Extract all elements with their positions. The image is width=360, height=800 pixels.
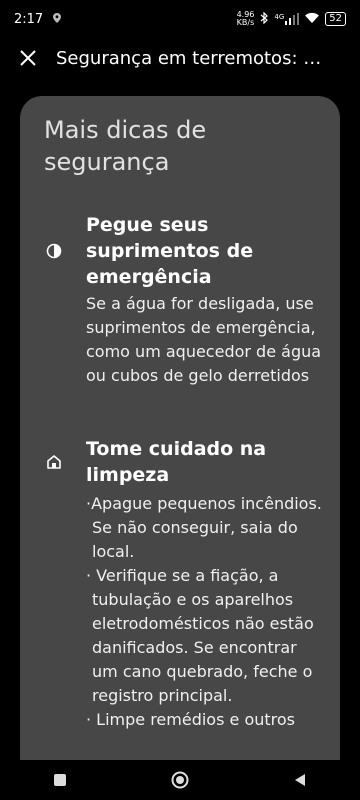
circle-icon — [171, 771, 189, 789]
close-icon — [20, 50, 36, 66]
back-triangle-icon — [295, 774, 305, 786]
status-time: 2:17 — [14, 11, 44, 27]
tips-card[interactable]: Mais dicas de segurança Pegue seus supri… — [20, 96, 340, 760]
contrast-icon — [46, 243, 62, 259]
system-nav-bar — [0, 760, 360, 800]
home-icon — [46, 454, 62, 470]
tip-heading: Pegue seus suprimentos de emergência — [86, 214, 254, 288]
close-button[interactable] — [0, 38, 56, 78]
back-button[interactable] — [270, 760, 330, 800]
network-type: 4G — [274, 13, 285, 21]
signal-icon: 4G — [274, 13, 300, 25]
wifi-icon — [305, 12, 320, 26]
net-speed: 4.96 KB/s — [237, 11, 255, 27]
bluetooth-icon — [260, 11, 269, 27]
tip-heading: Tome cuidado na limpeza — [86, 438, 267, 486]
bullet-item: · Verifique se a fiação, a tubulação e o… — [86, 566, 314, 705]
page-title: Segurança em terremotos: o... — [56, 47, 328, 69]
home-button[interactable] — [150, 760, 210, 800]
square-icon — [54, 774, 66, 786]
net-speed-unit: KB/s — [236, 18, 255, 27]
card-title: Mais dicas de segurança — [44, 116, 207, 176]
tip-bullets: ·Apague pequenos incêndios. Se não conse… — [86, 492, 326, 732]
recents-button[interactable] — [30, 760, 90, 800]
bullet-item: · Limpe remédios e outros — [86, 710, 295, 729]
location-icon — [53, 12, 62, 27]
app-bar: Segurança em terremotos: o... — [0, 38, 360, 78]
status-bar: 2:17 4.96 KB/s 4G 52 — [0, 0, 360, 38]
bullet-item: ·Apague pequenos incêndios. Se não conse… — [86, 494, 322, 561]
tip-body: Se a água for desligada, use suprimentos… — [86, 294, 322, 385]
battery-indicator: 52 — [325, 12, 346, 26]
